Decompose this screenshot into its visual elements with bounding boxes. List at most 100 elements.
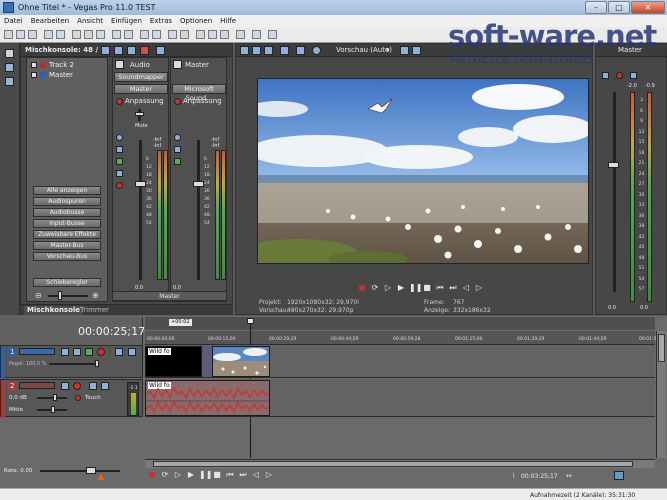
audio-tracks-button[interactable]: Audiospuren: [33, 197, 101, 206]
channels-icon[interactable]: [312, 46, 321, 55]
properties-icon[interactable]: [44, 30, 53, 39]
preview-properties-icon[interactable]: [240, 46, 249, 55]
prev-frame-icon[interactable]: ◁: [251, 470, 261, 480]
strip-phase-icon[interactable]: [116, 170, 123, 177]
split-screen-icon[interactable]: [280, 46, 289, 55]
prev-frame-icon[interactable]: ◁: [461, 283, 471, 293]
video-clip-thumbnail[interactable]: [212, 346, 270, 377]
track-mute-icon[interactable]: [89, 382, 97, 390]
track-automation-icon[interactable]: [75, 395, 81, 401]
track-level-handle[interactable]: [95, 360, 99, 367]
master-mute-icon[interactable]: [630, 72, 637, 79]
track-automation-mode[interactable]: Touch: [85, 394, 101, 403]
record-icon[interactable]: ●: [357, 283, 367, 293]
track-volume-slider[interactable]: [37, 397, 67, 399]
save-snapshot-icon[interactable]: [412, 46, 421, 55]
master-fx-icon[interactable]: [602, 72, 609, 79]
strip-solo-icon[interactable]: [116, 158, 123, 165]
input-busses-button[interactable]: Input-Busse: [33, 219, 101, 228]
record-icon[interactable]: ●: [147, 470, 157, 480]
strip-mute-icon[interactable]: [174, 146, 181, 153]
render-icon[interactable]: [56, 30, 65, 39]
strip-fx-icon[interactable]: [173, 60, 182, 69]
copy-icon[interactable]: [84, 30, 93, 39]
master-fader-track[interactable]: [613, 92, 616, 292]
strip-automation-icon[interactable]: [116, 98, 123, 105]
zoom-out-icon[interactable]: ⊖: [35, 291, 44, 300]
strip-fader-handle[interactable]: [135, 181, 146, 187]
save-icon[interactable]: [28, 30, 37, 39]
preview-bus-button[interactable]: Vorschau-Bus: [33, 252, 101, 261]
strip-monitor-icon[interactable]: [174, 134, 181, 141]
track-volume-handle[interactable]: [53, 394, 57, 401]
track-composite-icon[interactable]: [85, 348, 93, 356]
online-help-icon[interactable]: [252, 30, 261, 39]
selection-tool-icon[interactable]: [220, 30, 229, 39]
track-solo-icon[interactable]: [101, 382, 109, 390]
go-to-start-icon[interactable]: ⏮: [225, 470, 235, 480]
loop-icon[interactable]: ⟳: [370, 283, 380, 293]
play-from-start-icon[interactable]: ▷: [173, 470, 183, 480]
next-frame-icon[interactable]: ▷: [474, 283, 484, 293]
track-fx-icon[interactable]: [61, 382, 69, 390]
video-track-header[interactable]: 1 Pegel: 100,0 %: [0, 345, 143, 379]
track-mute-icon[interactable]: [115, 348, 123, 356]
scrollbar-thumb[interactable]: [153, 461, 633, 467]
track-automation-icon[interactable]: [97, 348, 105, 356]
cut-icon[interactable]: [72, 30, 81, 39]
downmix-icon[interactable]: [127, 46, 136, 55]
scrollbar-thumb[interactable]: [658, 334, 665, 362]
insert-fx-icon[interactable]: [114, 46, 123, 55]
tab-trimmer[interactable]: Trimmer: [80, 306, 109, 315]
strip-fader-handle[interactable]: [193, 181, 204, 187]
tab-mixer-console[interactable]: Mischkonsole: [24, 306, 84, 315]
assignable-fx-button[interactable]: Zuweisbare Effekte: [33, 230, 101, 239]
strip-arm-icon[interactable]: [116, 182, 123, 189]
undo-icon[interactable]: [112, 30, 121, 39]
stop-icon[interactable]: ■: [422, 283, 432, 293]
crossfade-icon[interactable]: [180, 30, 189, 39]
strip-fx-icon[interactable]: [115, 60, 124, 69]
strip-solo-icon[interactable]: [174, 158, 181, 165]
strip-monitor-icon[interactable]: [116, 134, 123, 141]
mixer-settings-icon[interactable]: [156, 46, 165, 55]
zoom-tool-icon[interactable]: [236, 30, 245, 39]
master-bus-button[interactable]: Master-Bus: [33, 241, 101, 250]
menu-datei[interactable]: Datei: [4, 15, 23, 27]
next-frame-icon[interactable]: ▷: [264, 470, 274, 480]
play-icon[interactable]: ▶: [396, 283, 406, 293]
show-all-button[interactable]: Alle anzeigen: [33, 186, 101, 195]
strip-route-button[interactable]: Microsoft Sound...: [172, 84, 226, 102]
track-pan-handle[interactable]: [51, 406, 55, 413]
paste-icon[interactable]: [96, 30, 105, 39]
stop-icon[interactable]: ■: [212, 470, 222, 480]
checkbox[interactable]: [31, 62, 37, 68]
menu-bearbeiten[interactable]: Bearbeiten: [31, 15, 69, 27]
minimize-button[interactable]: –: [585, 1, 607, 14]
track-level-slider[interactable]: [49, 363, 99, 365]
rate-slider-handle[interactable]: [86, 467, 96, 474]
audio-clip[interactable]: Wild fo: [145, 380, 270, 416]
timeline-ruler[interactable]: 00:00:00;00 00:00:15;00 00:00:29;29 00:0…: [145, 331, 666, 345]
rate-slider[interactable]: [40, 470, 120, 472]
strip-pan-handle[interactable]: [135, 112, 144, 116]
track-arm-icon[interactable]: [73, 382, 81, 390]
go-to-end-icon[interactable]: ⏭: [238, 470, 248, 480]
preview-quality-select[interactable]: Vorschau (Auto): [336, 46, 392, 55]
maximize-button[interactable]: □: [608, 1, 630, 14]
list-item[interactable]: Master: [27, 70, 107, 80]
open-folder-icon[interactable]: [16, 30, 25, 39]
strip-send-button[interactable]: Soundmapper: [114, 72, 168, 82]
strip-mute-icon[interactable]: [116, 146, 123, 153]
pause-icon[interactable]: ❚❚: [409, 283, 422, 293]
crossfade-region[interactable]: [202, 346, 212, 377]
pause-icon[interactable]: ❚❚: [199, 470, 212, 480]
checkbox[interactable]: [31, 72, 37, 78]
loop-icon[interactable]: ⟳: [160, 470, 170, 480]
zoom-in-icon[interactable]: ⊕: [92, 291, 101, 300]
master-fader-handle[interactable]: [608, 162, 619, 168]
new-project-icon[interactable]: [4, 30, 13, 39]
menu-extras[interactable]: Extras: [150, 15, 172, 27]
play-from-start-icon[interactable]: ▷: [383, 283, 393, 293]
strip-fader-track[interactable]: [197, 140, 200, 280]
